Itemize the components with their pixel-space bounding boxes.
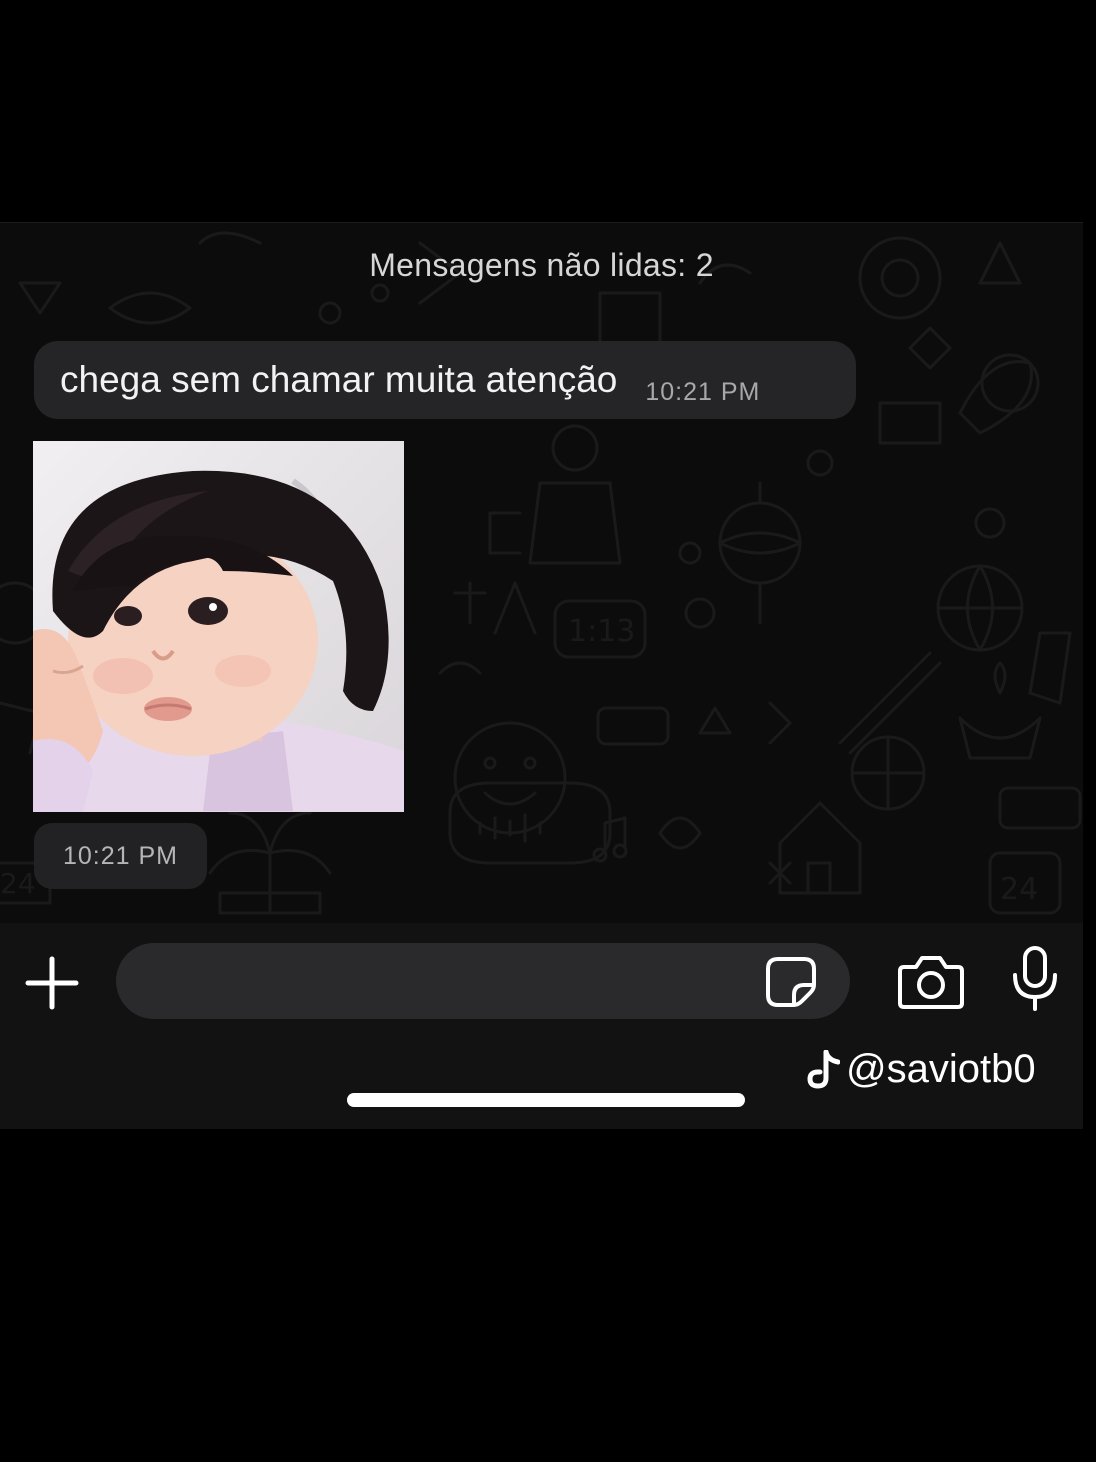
unread-messages-divider: Mensagens não lidas: 2 xyxy=(369,247,714,283)
message-input-bar: @saviotb0 xyxy=(0,923,1083,1129)
tiktok-note-icon xyxy=(807,1049,840,1089)
message-image-photo[interactable] xyxy=(33,441,404,812)
message-input-field[interactable] xyxy=(116,943,850,1019)
chat-area[interactable]: 1:13 24 24 Mensagens não lidas: 2 chega … xyxy=(0,223,1083,923)
child-photo-icon xyxy=(33,441,404,812)
message-text: chega sem chamar muita atenção xyxy=(60,359,618,400)
message-timestamp: 10:21 PM xyxy=(645,377,761,406)
plus-icon[interactable] xyxy=(22,953,82,1013)
home-indicator[interactable] xyxy=(347,1093,745,1107)
chat-screen: 1:13 24 24 Mensagens não lidas: 2 chega … xyxy=(0,222,1083,1129)
sticker-icon[interactable] xyxy=(764,955,818,1009)
svg-text:24: 24 xyxy=(1000,872,1038,907)
svg-text:1:13: 1:13 xyxy=(568,614,635,649)
image-timestamp: 10:21 PM xyxy=(62,841,178,870)
camera-icon[interactable] xyxy=(898,953,964,1009)
tiktok-watermark: @saviotb0 xyxy=(806,1047,1036,1092)
svg-text:24: 24 xyxy=(0,867,36,900)
watermark-handle: @saviotb0 xyxy=(846,1047,1036,1091)
message-bubble-text[interactable]: chega sem chamar muita atenção 10:21 PM xyxy=(34,341,856,419)
image-timestamp-bubble: 10:21 PM xyxy=(34,823,207,889)
microphone-icon[interactable] xyxy=(1010,945,1060,1013)
